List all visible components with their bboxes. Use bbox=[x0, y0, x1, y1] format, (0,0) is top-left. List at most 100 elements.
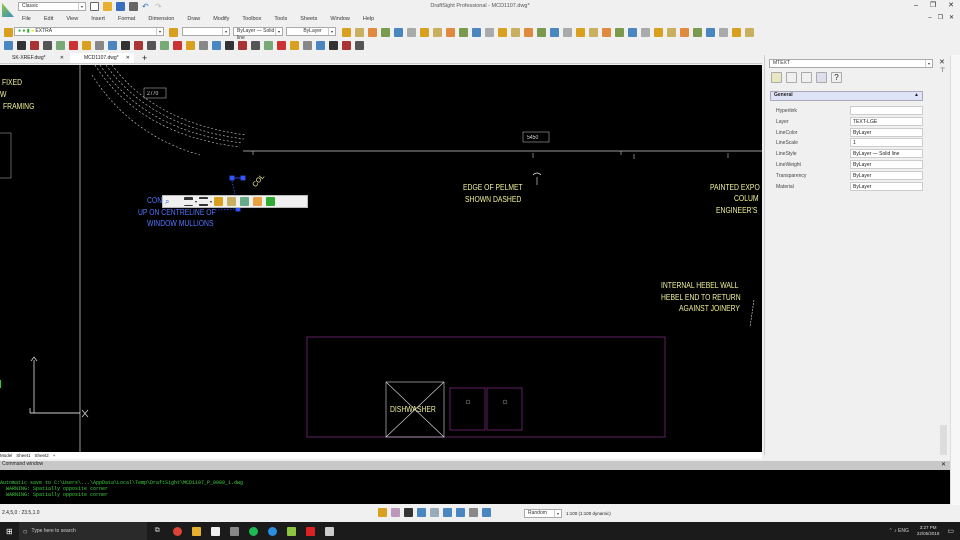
add-layout-button[interactable]: + bbox=[53, 453, 56, 458]
menu-edit[interactable]: Edit bbox=[44, 16, 53, 22]
image-icon[interactable] bbox=[266, 197, 276, 206]
tolerance-icon[interactable] bbox=[641, 28, 650, 37]
property-value[interactable]: ByLayer bbox=[850, 170, 923, 180]
doc-tab-sk-xref[interactable]: SK-XREF.dwg* ✕ bbox=[6, 53, 68, 63]
doc-minimize-icon[interactable]: – bbox=[928, 15, 931, 21]
lineweight-icon[interactable] bbox=[184, 197, 193, 206]
lineweight-select[interactable]: ByLayer ▾ bbox=[286, 27, 336, 36]
property-value[interactable]: ByLayer — Solid line bbox=[850, 149, 923, 159]
snap-tangent-icon[interactable] bbox=[446, 28, 455, 37]
minimize-icon[interactable]: – bbox=[914, 2, 918, 9]
check-icon[interactable] bbox=[134, 41, 143, 50]
pen-icon[interactable] bbox=[17, 41, 26, 50]
close-icon[interactable]: ✕ bbox=[60, 53, 64, 63]
chevron-down-icon[interactable]: ▾ bbox=[195, 199, 197, 204]
layer-icon[interactable] bbox=[214, 197, 224, 206]
properties-icon[interactable] bbox=[253, 197, 263, 206]
windows-start-icon[interactable]: ⊞ bbox=[6, 527, 13, 536]
quick-select-icon[interactable] bbox=[771, 72, 782, 83]
dimension-linear-icon[interactable] bbox=[524, 28, 533, 37]
etrack-toggle-icon[interactable] bbox=[443, 508, 452, 517]
mirror-icon[interactable] bbox=[277, 41, 286, 50]
table-icon[interactable] bbox=[680, 28, 689, 37]
layer-current-icon[interactable] bbox=[240, 197, 250, 206]
explode-icon[interactable] bbox=[69, 41, 78, 50]
snap-apparent-icon[interactable] bbox=[472, 28, 481, 37]
dynamic-input-toggle-icon[interactable] bbox=[482, 508, 491, 517]
layer-manager-icon[interactable] bbox=[4, 28, 13, 37]
leader-icon[interactable] bbox=[628, 28, 637, 37]
snap-parallel-icon[interactable] bbox=[498, 28, 507, 37]
menu-modify[interactable]: Modify bbox=[213, 16, 229, 22]
image-icon[interactable] bbox=[4, 41, 13, 50]
dimension-radius-icon[interactable] bbox=[589, 28, 598, 37]
draftsight-taskbar-icon[interactable] bbox=[286, 526, 296, 536]
calculator-icon[interactable] bbox=[324, 526, 334, 536]
panel-close-icon[interactable]: ✕ bbox=[939, 58, 945, 66]
trim-icon[interactable] bbox=[238, 41, 247, 50]
linestyle-select[interactable]: ByLayer — Solid line ▾ bbox=[233, 27, 283, 41]
menu-view[interactable]: View bbox=[66, 16, 78, 22]
dimension-diameter-icon[interactable] bbox=[602, 28, 611, 37]
layout-tab-model[interactable]: Model bbox=[0, 453, 12, 458]
hatch-edit-icon[interactable] bbox=[30, 41, 39, 50]
snap-endpoint-icon[interactable] bbox=[342, 28, 351, 37]
taskbar-search[interactable]: ○ Type here to search bbox=[18, 522, 147, 540]
rotate-icon[interactable] bbox=[303, 41, 312, 50]
section-general[interactable]: General ▲ bbox=[770, 91, 923, 101]
zoom-icon[interactable] bbox=[173, 41, 182, 50]
dimension-ordinal-icon[interactable] bbox=[550, 28, 559, 37]
layer-freeze-icon[interactable] bbox=[342, 41, 351, 50]
app-icon[interactable] bbox=[229, 526, 239, 536]
menu-help[interactable]: Help bbox=[363, 16, 374, 22]
close-icon[interactable]: ✕ bbox=[941, 461, 946, 468]
chrome-icon[interactable] bbox=[172, 526, 182, 536]
property-value[interactable]: ByLayer bbox=[850, 127, 923, 137]
store-icon[interactable] bbox=[210, 526, 220, 536]
color-select[interactable]: ▾ bbox=[182, 27, 230, 36]
lineweight-toggle-icon[interactable] bbox=[456, 508, 465, 517]
menu-tools[interactable]: Tools bbox=[274, 16, 287, 22]
attribute-icon[interactable] bbox=[732, 28, 741, 37]
block-edit-icon[interactable] bbox=[121, 41, 130, 50]
extend-icon[interactable] bbox=[251, 41, 260, 50]
dimension-baseline-icon[interactable] bbox=[563, 28, 572, 37]
dim-style-icon[interactable] bbox=[95, 41, 104, 50]
task-view-icon[interactable]: ⧉ bbox=[155, 527, 160, 535]
property-value[interactable]: 1 bbox=[850, 138, 923, 148]
close-icon[interactable]: ✕ bbox=[948, 1, 954, 9]
dimension-aligned-icon[interactable] bbox=[537, 28, 546, 37]
property-value[interactable] bbox=[850, 106, 923, 115]
property-value[interactable]: ByLayer bbox=[850, 160, 923, 169]
snap-nearest-icon[interactable] bbox=[459, 28, 468, 37]
menu-toolbox[interactable]: Toolbox bbox=[242, 16, 261, 22]
dimension-continue-icon[interactable] bbox=[576, 28, 585, 37]
insert-block-icon[interactable] bbox=[706, 28, 715, 37]
panel-pin-icon[interactable]: ⊤ bbox=[940, 67, 945, 74]
center-mark-icon[interactable] bbox=[654, 28, 663, 37]
snap-perpendicular-icon[interactable] bbox=[433, 28, 442, 37]
layer-select[interactable]: ● ● ▮ ● EXTRA ▾ bbox=[14, 27, 164, 36]
snap-clear-icon[interactable] bbox=[511, 28, 520, 37]
notifications-icon[interactable]: ▭ bbox=[947, 527, 954, 535]
section-icon[interactable] bbox=[199, 41, 208, 50]
snap-intersection-icon[interactable] bbox=[407, 28, 416, 37]
close-icon[interactable]: ✕ bbox=[126, 53, 130, 63]
layer-lock-icon[interactable] bbox=[355, 41, 364, 50]
snap-quadrant-icon[interactable] bbox=[394, 28, 403, 37]
clock[interactable]: 3:27 PM 22/05/2019 bbox=[917, 525, 940, 537]
list-icon[interactable] bbox=[816, 72, 827, 83]
menu-dimension[interactable]: Dimension bbox=[148, 16, 174, 22]
snap-extension-icon[interactable] bbox=[485, 28, 494, 37]
snap-center-icon[interactable] bbox=[368, 28, 377, 37]
table-edit-icon[interactable] bbox=[108, 41, 117, 50]
select-objects-icon[interactable] bbox=[786, 72, 797, 83]
restore-icon[interactable]: ❐ bbox=[930, 1, 936, 9]
dim-edit-icon[interactable] bbox=[82, 41, 91, 50]
doc-tab-mcd1107[interactable]: MCD1107.dwg* ✕ bbox=[70, 53, 134, 63]
browser-icon[interactable] bbox=[267, 526, 277, 536]
layer-off-icon[interactable] bbox=[329, 41, 338, 50]
model-toggle-icon[interactable] bbox=[469, 508, 478, 517]
property-value[interactable]: ByLayer bbox=[850, 181, 923, 191]
pan-icon[interactable] bbox=[186, 41, 195, 50]
